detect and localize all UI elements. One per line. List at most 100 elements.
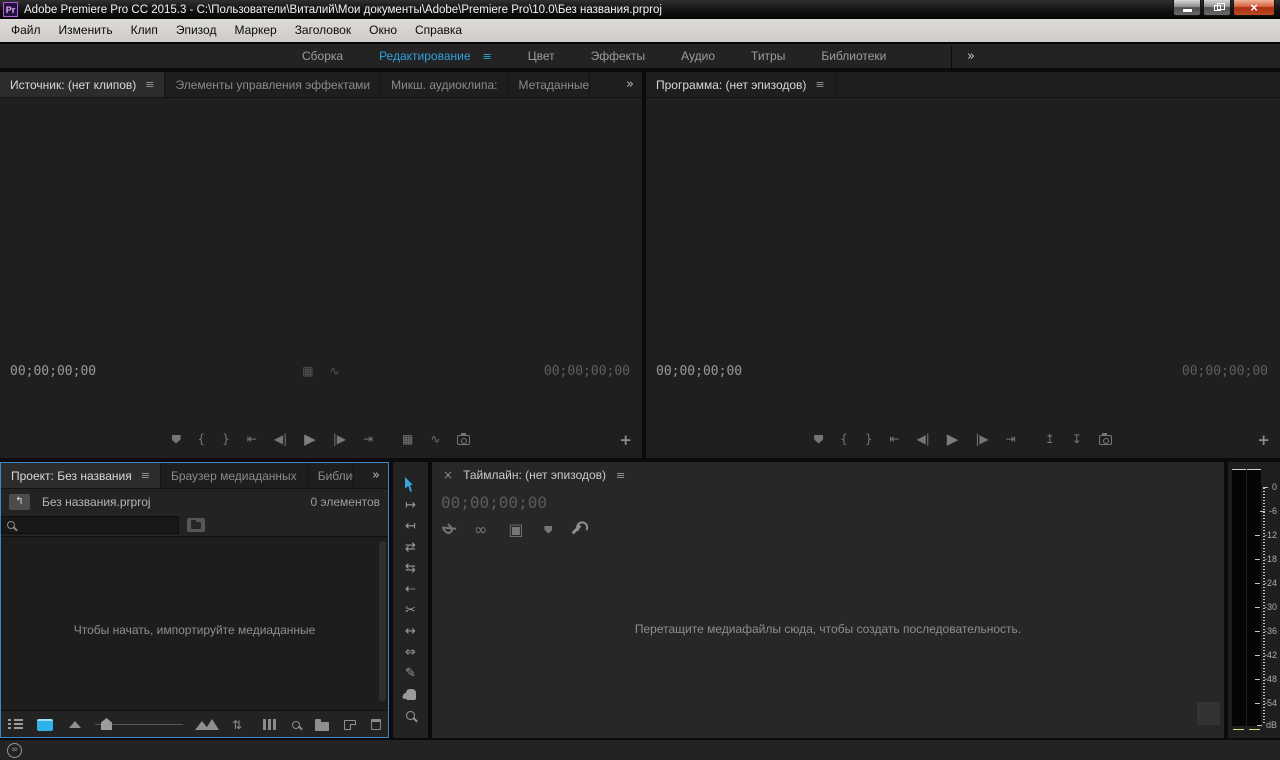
- razor-tool[interactable]: ✂: [393, 600, 428, 621]
- mark-in-icon[interactable]: {: [198, 432, 206, 446]
- nest-sequence-icon[interactable]: ▣: [508, 520, 523, 539]
- timeline-panel-menu-icon[interactable]: ≡: [616, 469, 625, 482]
- thumbnail-zoom-slider[interactable]: [95, 724, 183, 725]
- menu-clip[interactable]: Клип: [122, 19, 167, 42]
- workspace-overflow-icon[interactable]: »: [967, 49, 975, 64]
- mark-out-icon[interactable]: }: [865, 432, 873, 446]
- go-to-out-icon[interactable]: ⇥: [363, 432, 373, 446]
- project-file-name[interactable]: Без названия.prproj: [42, 495, 151, 509]
- menu-window[interactable]: Окно: [360, 19, 406, 42]
- timeline-tab-label[interactable]: Таймлайн: (нет эпизодов): [463, 468, 606, 482]
- selection-tool[interactable]: [393, 474, 428, 495]
- menu-marker[interactable]: Маркер: [225, 19, 285, 42]
- menu-sequence[interactable]: Эпизод: [167, 19, 226, 42]
- pen-tool[interactable]: ✎: [393, 663, 428, 684]
- new-item-icon[interactable]: [344, 720, 356, 730]
- play-icon[interactable]: ▶: [304, 430, 316, 448]
- workspace-color[interactable]: Цвет: [528, 49, 555, 63]
- rate-stretch-tool[interactable]: ⇆: [393, 558, 428, 579]
- drag-audio-icon[interactable]: ∿: [430, 432, 440, 446]
- zoom-out-thumbnail-icon[interactable]: [69, 721, 81, 728]
- tab-libraries[interactable]: Библиотеки: [308, 463, 354, 488]
- workspace-audio[interactable]: Аудио: [681, 49, 715, 63]
- add-marker-icon[interactable]: [814, 435, 823, 444]
- workspace-assembly[interactable]: Сборка: [302, 49, 343, 63]
- menu-help[interactable]: Справка: [406, 19, 471, 42]
- menu-edit[interactable]: Изменить: [50, 19, 122, 42]
- tab-effect-controls[interactable]: Элементы управления эффектами: [165, 72, 381, 97]
- step-back-icon[interactable]: ◀|: [917, 432, 930, 446]
- step-forward-icon[interactable]: |▶: [975, 432, 988, 446]
- video-display-icon[interactable]: ▦: [302, 364, 313, 378]
- navigate-up-button[interactable]: ↰: [9, 494, 30, 510]
- timeline-scroll-corner[interactable]: [1197, 702, 1220, 725]
- icon-view-icon[interactable]: [37, 719, 53, 731]
- new-bin-icon[interactable]: [315, 722, 329, 731]
- search-in-bin-button[interactable]: [187, 518, 205, 532]
- project-tabs-overflow-icon[interactable]: »: [364, 463, 388, 488]
- ripple-edit-tool[interactable]: ⇠: [393, 579, 428, 600]
- tab-audio-clip-mixer[interactable]: Микш. аудиоклипа:: [381, 72, 508, 97]
- tab-media-browser[interactable]: Браузер медиаданных: [161, 463, 308, 488]
- rolling-edit-tool[interactable]: ⇄: [393, 537, 428, 558]
- add-marker-icon[interactable]: [172, 435, 181, 444]
- menu-file[interactable]: Файл: [2, 19, 50, 42]
- delete-icon[interactable]: [371, 719, 381, 730]
- minimize-button[interactable]: [1173, 0, 1201, 16]
- hand-tool[interactable]: [393, 684, 428, 705]
- slip-tool[interactable]: ↔: [393, 621, 428, 642]
- source-panel-menu-icon[interactable]: ≡: [145, 78, 154, 91]
- menu-title[interactable]: Заголовок: [286, 19, 360, 42]
- find-icon[interactable]: [292, 721, 300, 729]
- step-back-icon[interactable]: ◀|: [274, 432, 287, 446]
- sort-icons-icon[interactable]: ⇅: [232, 718, 242, 732]
- go-to-in-icon[interactable]: ⇤: [889, 432, 899, 446]
- linked-selection-icon[interactable]: ∞: [474, 520, 487, 539]
- title-bar: Pr Adobe Premiere Pro CC 2015.3 - C:\Пол…: [0, 0, 1280, 19]
- play-icon[interactable]: ▶: [947, 430, 959, 448]
- add-marker-icon[interactable]: [544, 526, 552, 534]
- track-select-backward-tool[interactable]: ↤: [393, 516, 428, 537]
- list-view-icon[interactable]: [8, 719, 23, 730]
- project-scrollbar[interactable]: [379, 541, 386, 701]
- tab-metadata[interactable]: Метаданные: [508, 72, 590, 97]
- lift-icon[interactable]: ↥: [1045, 432, 1055, 446]
- close-button[interactable]: [1233, 0, 1275, 16]
- workspace-libraries[interactable]: Библиотеки: [821, 49, 886, 63]
- freeform-view-icon[interactable]: [263, 719, 277, 730]
- go-to-in-icon[interactable]: ⇤: [247, 432, 257, 446]
- project-item-list[interactable]: Чтобы начать, импортируйте медиаданные: [1, 536, 388, 711]
- program-panel-menu-icon[interactable]: ≡: [815, 78, 824, 91]
- zoom-in-thumbnail-icon[interactable]: [195, 719, 219, 730]
- mark-out-icon[interactable]: }: [222, 432, 230, 446]
- track-select-forward-tool[interactable]: ↦: [393, 495, 428, 516]
- creative-cloud-icon[interactable]: [7, 743, 22, 758]
- extract-icon[interactable]: ↧: [1072, 432, 1082, 446]
- export-frame-icon[interactable]: [1099, 435, 1112, 445]
- workspace-titles[interactable]: Титры: [751, 49, 785, 63]
- drag-video-icon[interactable]: ▦: [402, 432, 413, 446]
- audio-waveform-icon[interactable]: ∿: [330, 364, 340, 378]
- go-to-out-icon[interactable]: ⇥: [1006, 432, 1016, 446]
- tab-project[interactable]: Проект: Без названия ≡: [1, 463, 161, 488]
- tab-program[interactable]: Программа: (нет эпизодов) ≡: [646, 72, 836, 97]
- tab-source[interactable]: Источник: (нет клипов) ≡: [0, 72, 165, 97]
- source-button-editor-icon[interactable]: +: [619, 433, 632, 447]
- slide-tool[interactable]: ⇔: [393, 642, 428, 663]
- slider-handle[interactable]: [101, 718, 112, 730]
- search-input[interactable]: [1, 516, 179, 534]
- workspace-effects[interactable]: Эффекты: [591, 49, 646, 63]
- workspace-editing[interactable]: Редактирование: [379, 49, 470, 63]
- timeline-close-icon[interactable]: ×: [443, 468, 453, 482]
- step-forward-icon[interactable]: |▶: [333, 432, 346, 446]
- snap-icon[interactable]: [442, 523, 455, 536]
- workspace-menu-icon[interactable]: ≡: [483, 50, 492, 63]
- restore-button[interactable]: [1203, 0, 1231, 16]
- zoom-tool[interactable]: [393, 705, 428, 726]
- project-panel-menu-icon[interactable]: ≡: [141, 469, 150, 482]
- source-tabs-overflow-icon[interactable]: »: [618, 72, 642, 97]
- mark-in-icon[interactable]: {: [840, 432, 848, 446]
- export-frame-icon[interactable]: [457, 435, 470, 445]
- program-button-editor-icon[interactable]: +: [1257, 433, 1270, 447]
- timeline-settings-wrench-icon[interactable]: [572, 525, 582, 535]
